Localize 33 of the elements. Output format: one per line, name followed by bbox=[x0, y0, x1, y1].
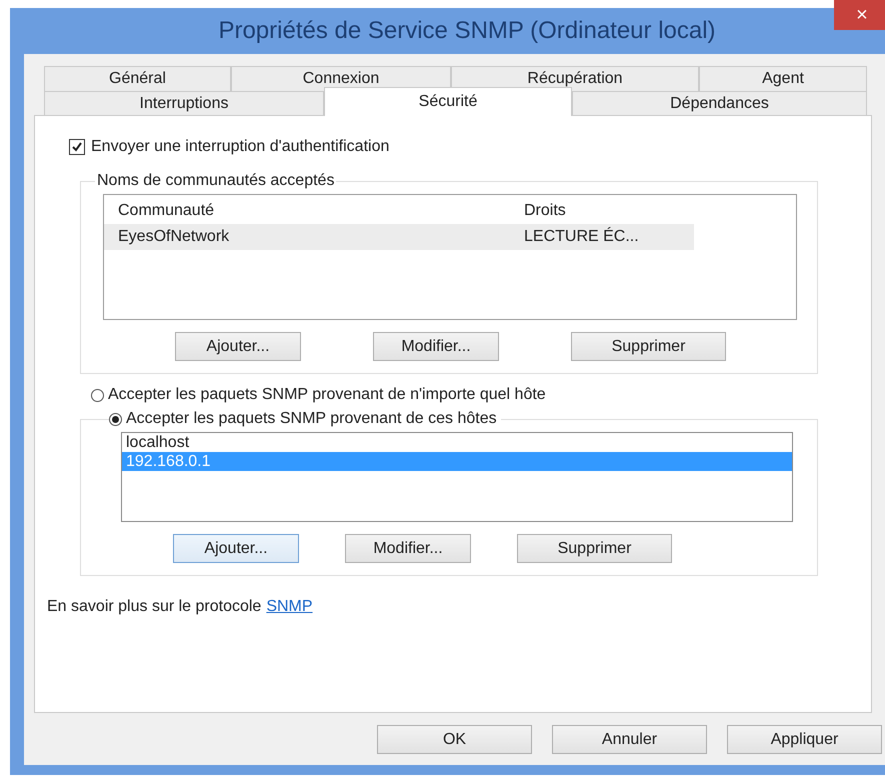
close-button[interactable]: × bbox=[834, 0, 885, 30]
list-cell-text: EyesOfNetwork bbox=[117, 228, 230, 246]
tab[interactable]: Général bbox=[44, 66, 231, 91]
dialog-button[interactable]: Supprimer bbox=[571, 332, 726, 361]
column-header[interactable]: Droits bbox=[510, 202, 566, 220]
tab[interactable]: Agent bbox=[699, 66, 867, 91]
tab[interactable]: Connexion bbox=[231, 66, 451, 91]
list-cell-text: LECTURE ÉC... bbox=[523, 228, 639, 246]
checkbox[interactable] bbox=[69, 139, 85, 155]
list-item[interactable]: localhost bbox=[122, 433, 792, 452]
dialog-button[interactable]: Modifier... bbox=[345, 534, 471, 563]
window-title: Propriétés de Service SNMP (Ordinateur local) bbox=[217, 17, 717, 45]
radio-button[interactable] bbox=[109, 412, 122, 426]
dialog-button[interactable]: OK bbox=[377, 725, 532, 754]
dialog-button[interactable]: Annuler bbox=[552, 725, 707, 754]
dialog-button[interactable]: Ajouter... bbox=[173, 534, 299, 563]
help-text: En savoir plus sur le protocole bbox=[47, 598, 262, 616]
radio-button[interactable] bbox=[91, 388, 104, 402]
checkbox-label: Envoyer une interruption d'authentification bbox=[91, 138, 390, 156]
dialog-button[interactable]: Ajouter... bbox=[175, 332, 301, 361]
help-link[interactable]: SNMP bbox=[266, 598, 313, 616]
tab[interactable]: Récupération bbox=[451, 66, 699, 91]
radio-label: Accepter les paquets SNMP provenant de ces hôtes bbox=[126, 410, 497, 428]
tab[interactable]: Sécurité bbox=[324, 87, 572, 116]
dialog-button[interactable]: Appliquer bbox=[727, 725, 882, 754]
tab[interactable]: Interruptions bbox=[44, 91, 324, 116]
radio-label: Accepter les paquets SNMP provenant de n'importe quel hôte bbox=[108, 386, 546, 404]
tab[interactable]: Dépendances bbox=[572, 91, 867, 116]
column-header[interactable]: Communauté bbox=[104, 202, 510, 220]
dialog-button[interactable]: Modifier... bbox=[373, 332, 499, 361]
dialog-button[interactable]: Supprimer bbox=[517, 534, 672, 563]
group-title: Noms de communautés acceptés bbox=[96, 172, 336, 190]
list-row[interactable]: EyesOfNetwork LECTURE ÉC... bbox=[104, 224, 694, 250]
